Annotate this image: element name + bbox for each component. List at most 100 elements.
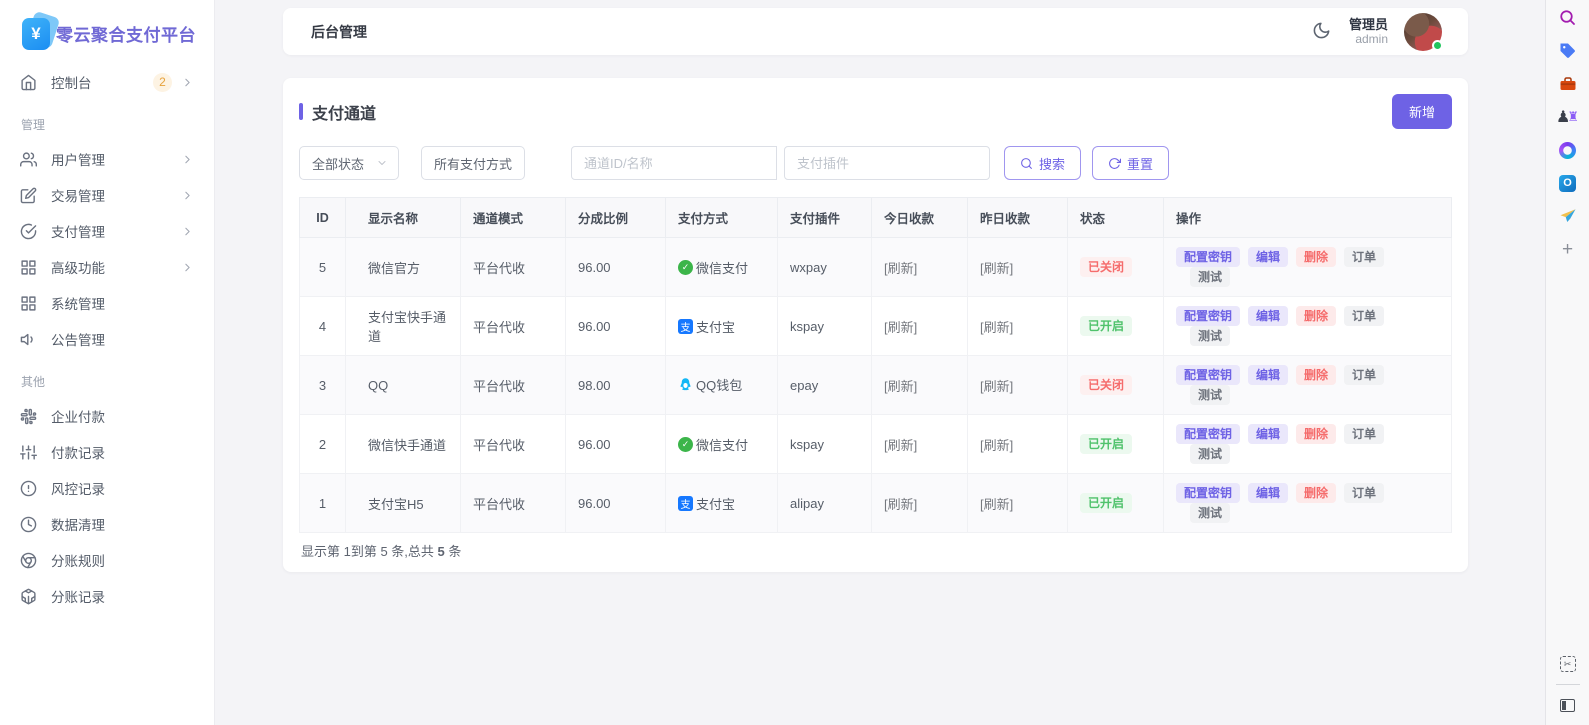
orders-button[interactable]: 订单 bbox=[1344, 483, 1384, 503]
edit-button[interactable]: 编辑 bbox=[1248, 306, 1288, 326]
alipay-icon: 支 bbox=[678, 496, 693, 511]
avatar[interactable] bbox=[1404, 13, 1442, 51]
dark-mode-toggle[interactable] bbox=[1311, 21, 1333, 43]
sidebar-item-system-management[interactable]: 系统管理 bbox=[0, 285, 214, 321]
chevron-right-icon bbox=[181, 261, 194, 274]
edit-button[interactable]: 编辑 bbox=[1248, 424, 1288, 444]
cell-plugin: kspay bbox=[778, 415, 872, 474]
refresh-yesterday-link[interactable]: [刷新] bbox=[980, 438, 1013, 453]
sidebar-item-risk-records[interactable]: 风控记录 bbox=[0, 470, 214, 506]
channel-id-input[interactable] bbox=[571, 146, 777, 180]
sidebar-section-label: 其他 bbox=[0, 357, 214, 398]
delete-button[interactable]: 删除 bbox=[1296, 306, 1336, 326]
refresh-yesterday-link[interactable]: [刷新] bbox=[980, 261, 1013, 276]
sidebar-item-label: 交易管理 bbox=[51, 185, 181, 205]
delete-button[interactable]: 删除 bbox=[1296, 424, 1336, 444]
delete-button[interactable]: 删除 bbox=[1296, 483, 1336, 503]
user-name: 管理员 bbox=[1349, 17, 1388, 33]
qq-wallet-icon bbox=[678, 377, 693, 392]
reset-button[interactable]: 重置 bbox=[1092, 146, 1169, 180]
edit-button[interactable]: 编辑 bbox=[1248, 483, 1288, 503]
status-badge: 已开启 bbox=[1080, 316, 1132, 336]
orders-button[interactable]: 订单 bbox=[1344, 306, 1384, 326]
orders-button[interactable]: 订单 bbox=[1344, 247, 1384, 267]
telegram-icon[interactable] bbox=[1558, 206, 1578, 226]
sidebar-item-enterprise-payment[interactable]: 企业付款 bbox=[0, 398, 214, 434]
search-icon[interactable] bbox=[1558, 8, 1578, 28]
delete-button[interactable]: 删除 bbox=[1296, 247, 1336, 267]
sidebar-item-label: 高级功能 bbox=[51, 257, 181, 277]
sidebar-item-announcement-management[interactable]: 公告管理 bbox=[0, 321, 214, 357]
pagination-summary: 显示第 1到第 5 条,总共 5 条 bbox=[299, 533, 1452, 564]
users-icon bbox=[20, 151, 37, 168]
plugin-input[interactable] bbox=[784, 146, 990, 180]
toolbox-icon[interactable] bbox=[1558, 74, 1578, 94]
chevron-right-icon bbox=[181, 225, 194, 238]
title-accent-bar bbox=[299, 103, 303, 120]
test-button[interactable]: 测试 bbox=[1190, 326, 1230, 346]
tag-icon[interactable] bbox=[1558, 41, 1578, 61]
refresh-yesterday-link[interactable]: [刷新] bbox=[980, 320, 1013, 335]
alipay-icon: 支 bbox=[678, 319, 693, 334]
sidebar-item-transaction-management[interactable]: 交易管理 bbox=[0, 177, 214, 213]
cell-plugin: alipay bbox=[778, 474, 872, 533]
refresh-today-link[interactable]: [刷新] bbox=[884, 320, 917, 335]
test-button[interactable]: 测试 bbox=[1190, 385, 1230, 405]
panel-toggle-icon[interactable] bbox=[1558, 695, 1578, 715]
configure-key-button[interactable]: 配置密钥 bbox=[1176, 424, 1240, 444]
col-header-today-income: 今日收款 bbox=[872, 198, 968, 238]
test-button[interactable]: 测试 bbox=[1190, 267, 1230, 287]
configure-key-button[interactable]: 配置密钥 bbox=[1176, 306, 1240, 326]
configure-key-button[interactable]: 配置密钥 bbox=[1176, 483, 1240, 503]
status-badge: 已开启 bbox=[1080, 493, 1132, 513]
brand-logo-icon: ¥ bbox=[22, 16, 44, 50]
sidebar-item-payment-records[interactable]: 付款记录 bbox=[0, 434, 214, 470]
cell-plugin: epay bbox=[778, 356, 872, 415]
sidebar-item-user-management[interactable]: 用户管理 bbox=[0, 141, 214, 177]
add-tab-icon[interactable]: + bbox=[1558, 239, 1578, 259]
search-button[interactable]: 搜索 bbox=[1004, 146, 1081, 180]
table-row: 3 QQ 平台代收 98.00 QQ钱包 epay [刷新] [刷新] 已关闭 … bbox=[300, 356, 1452, 415]
cell-display-name: 微信快手通道 bbox=[346, 415, 461, 474]
sidebar-item-advanced-features[interactable]: 高级功能 bbox=[0, 249, 214, 285]
copilot-loop-icon[interactable] bbox=[1558, 140, 1578, 160]
refresh-today-link[interactable]: [刷新] bbox=[884, 261, 917, 276]
cell-channel-mode: 平台代收 bbox=[461, 356, 566, 415]
cell-id: 1 bbox=[300, 474, 346, 533]
refresh-today-link[interactable]: [刷新] bbox=[884, 379, 917, 394]
payment-method-select[interactable]: 所有支付方式 bbox=[421, 146, 525, 180]
outlook-icon[interactable]: O bbox=[1558, 173, 1578, 193]
edit-button[interactable]: 编辑 bbox=[1248, 247, 1288, 267]
sidebar-item-data-cleanup[interactable]: 数据清理 bbox=[0, 506, 214, 542]
refresh-today-link[interactable]: [刷新] bbox=[884, 497, 917, 512]
slack-icon bbox=[20, 408, 37, 425]
configure-key-button[interactable]: 配置密钥 bbox=[1176, 247, 1240, 267]
sidebar-item-label: 企业付款 bbox=[51, 406, 194, 426]
delete-button[interactable]: 删除 bbox=[1296, 365, 1336, 385]
codesandbox-icon bbox=[20, 588, 37, 605]
configure-key-button[interactable]: 配置密钥 bbox=[1176, 365, 1240, 385]
brand: ¥ 零云聚合支付平台 bbox=[0, 12, 214, 64]
grid-icon bbox=[20, 295, 37, 312]
sidebar-item-split-rules[interactable]: 分账规则 bbox=[0, 542, 214, 578]
table-row: 2 微信快手通道 平台代收 96.00 ✓微信支付 kspay [刷新] [刷新… bbox=[300, 415, 1452, 474]
refresh-yesterday-link[interactable]: [刷新] bbox=[980, 497, 1013, 512]
edit-button[interactable]: 编辑 bbox=[1248, 365, 1288, 385]
refresh-yesterday-link[interactable]: [刷新] bbox=[980, 379, 1013, 394]
sidebar-item-console[interactable]: 控制台 2 bbox=[0, 64, 214, 100]
status-select[interactable]: 全部状态 bbox=[299, 146, 399, 180]
chevron-right-icon bbox=[181, 189, 194, 202]
snip-icon[interactable]: ✂ bbox=[1558, 654, 1578, 674]
orders-button[interactable]: 订单 bbox=[1344, 424, 1384, 444]
add-button[interactable]: 新增 bbox=[1392, 94, 1452, 129]
cell-display-name: QQ bbox=[346, 356, 461, 415]
sidebar-item-split-records[interactable]: 分账记录 bbox=[0, 578, 214, 614]
test-button[interactable]: 测试 bbox=[1190, 503, 1230, 523]
chess-icon[interactable]: ♟♜ bbox=[1558, 107, 1578, 127]
orders-button[interactable]: 订单 bbox=[1344, 365, 1384, 385]
sidebar-item-payment-management[interactable]: 支付管理 bbox=[0, 213, 214, 249]
test-button[interactable]: 测试 bbox=[1190, 444, 1230, 464]
cell-payment-method: 支支付宝 bbox=[666, 474, 778, 533]
col-header-status: 状态 bbox=[1068, 198, 1164, 238]
refresh-today-link[interactable]: [刷新] bbox=[884, 438, 917, 453]
